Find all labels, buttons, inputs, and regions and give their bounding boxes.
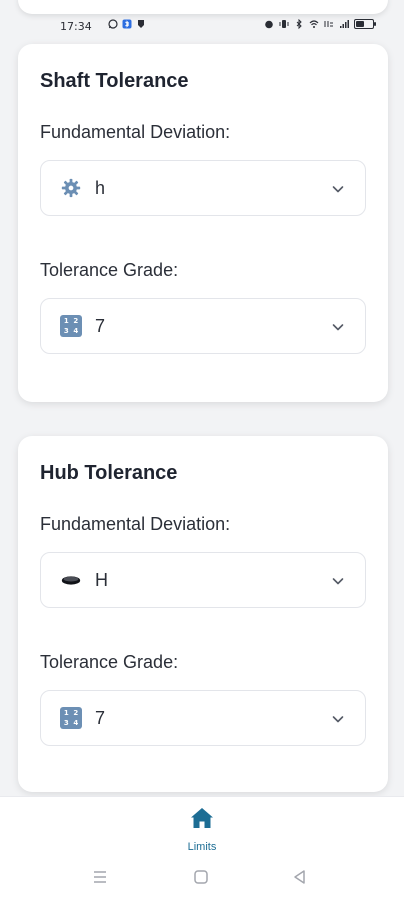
digit: 2	[73, 709, 79, 717]
chevron-down-icon	[331, 573, 345, 587]
digit: 3	[63, 326, 69, 335]
nav-label-limits: Limits	[187, 841, 217, 853]
battery-level	[356, 21, 364, 27]
hub-grade-value: 7	[95, 707, 106, 728]
hub-deviation-dropdown[interactable]: H	[40, 552, 366, 608]
shaft-deviation-label: Fundamental Deviation:	[40, 122, 231, 142]
nav-item-limits[interactable]: Limits	[172, 805, 232, 855]
system-status-icons	[264, 19, 376, 29]
digit: 4	[73, 326, 79, 335]
bluetooth-icon	[294, 19, 304, 29]
shaft-grade-label: Tolerance Grade:	[40, 260, 179, 280]
digit: 4	[73, 718, 79, 727]
shaft-grade-dropdown[interactable]: 1 2 3 4 7	[40, 298, 366, 354]
system-navigation-bar	[0, 868, 404, 886]
shaft-grade-value: 7	[95, 315, 106, 336]
numbers-icon: 1 2 3 4	[59, 706, 83, 730]
whatsapp-icon	[108, 19, 118, 29]
signal-icon	[339, 19, 349, 29]
alarm-icon	[264, 19, 274, 29]
chevron-down-icon	[331, 711, 345, 725]
shaft-tolerance-card: Shaft Tolerance Fundamental Deviation: h	[18, 44, 388, 402]
numbers-icon: 1 2 3 4	[59, 314, 83, 338]
vibrate-icon	[279, 19, 289, 29]
digit: 1	[63, 709, 69, 717]
home-square-icon[interactable]	[192, 868, 210, 886]
bluetooth-app-icon	[122, 19, 132, 29]
digit: 1	[63, 317, 69, 325]
data-speed-icon	[324, 19, 334, 29]
chevron-down-icon	[331, 181, 345, 195]
hub-tolerance-title: Hub Tolerance	[40, 462, 178, 484]
shaft-tolerance-title: Shaft Tolerance	[40, 70, 189, 92]
chevron-down-icon	[331, 319, 345, 333]
hub-tolerance-card: Hub Tolerance Fundamental Deviation: H T…	[18, 436, 388, 792]
hub-deviation-label: Fundamental Deviation:	[40, 514, 231, 534]
back-icon[interactable]	[291, 868, 309, 886]
notification-icons	[108, 19, 146, 29]
digit: 3	[63, 718, 69, 727]
status-bar: 17:34	[0, 14, 404, 40]
shaft-deviation-value: h	[95, 177, 106, 198]
battery-icon	[354, 19, 376, 29]
hub-deviation-value: H	[95, 569, 108, 590]
app-notification-icon	[136, 19, 146, 29]
wifi-icon	[309, 19, 319, 29]
gear-icon	[59, 176, 83, 200]
hole-icon	[59, 568, 83, 592]
previous-card-edge	[18, 0, 388, 14]
hub-grade-label: Tolerance Grade:	[40, 652, 179, 672]
menu-icon[interactable]	[91, 868, 109, 886]
hub-grade-dropdown[interactable]: 1 2 3 4 7	[40, 690, 366, 746]
status-time: 17:34	[60, 20, 92, 33]
shaft-deviation-dropdown[interactable]: h	[40, 160, 366, 216]
digit: 2	[73, 317, 79, 325]
home-icon	[189, 805, 215, 835]
